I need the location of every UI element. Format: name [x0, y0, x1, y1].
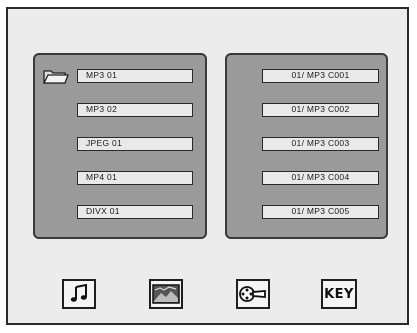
key-label: KEY: [324, 286, 354, 302]
key-button[interactable]: KEY: [321, 279, 357, 309]
movie-button[interactable]: [236, 279, 270, 309]
folder-item[interactable]: MP3 01: [77, 69, 193, 83]
music-button[interactable]: [62, 279, 96, 309]
folder-panel: MP3 01 MP3 02 JPEG 01 MP4 01 DIVX 01: [33, 53, 207, 239]
file-item[interactable]: 01/ MP3 C001: [262, 69, 379, 83]
file-item[interactable]: 01/ MP3 C002: [262, 103, 379, 117]
photo-button[interactable]: [149, 279, 183, 309]
file-panel: 01/ MP3 C001 01/ MP3 C002 01/ MP3 C003 0…: [225, 53, 388, 239]
file-item[interactable]: 01/ MP3 C005: [262, 205, 379, 219]
folder-list: MP3 01 MP3 02 JPEG 01 MP4 01 DIVX 01: [35, 55, 205, 237]
bottom-toolbar: KEY: [8, 279, 407, 315]
file-item[interactable]: 01/ MP3 C004: [262, 171, 379, 185]
folder-item[interactable]: MP3 02: [77, 103, 193, 117]
media-browser-screen: MP3 01 MP3 02 JPEG 01 MP4 01 DIVX 01 01/…: [6, 7, 409, 325]
music-note-icon: [69, 284, 89, 304]
file-item[interactable]: 01/ MP3 C003: [262, 137, 379, 151]
folder-item[interactable]: MP4 01: [77, 171, 193, 185]
photo-icon: [152, 284, 180, 304]
film-reel-icon: [239, 284, 267, 304]
folder-item[interactable]: JPEG 01: [77, 137, 193, 151]
folder-item[interactable]: DIVX 01: [77, 205, 193, 219]
file-list: 01/ MP3 C001 01/ MP3 C002 01/ MP3 C003 0…: [227, 55, 386, 237]
